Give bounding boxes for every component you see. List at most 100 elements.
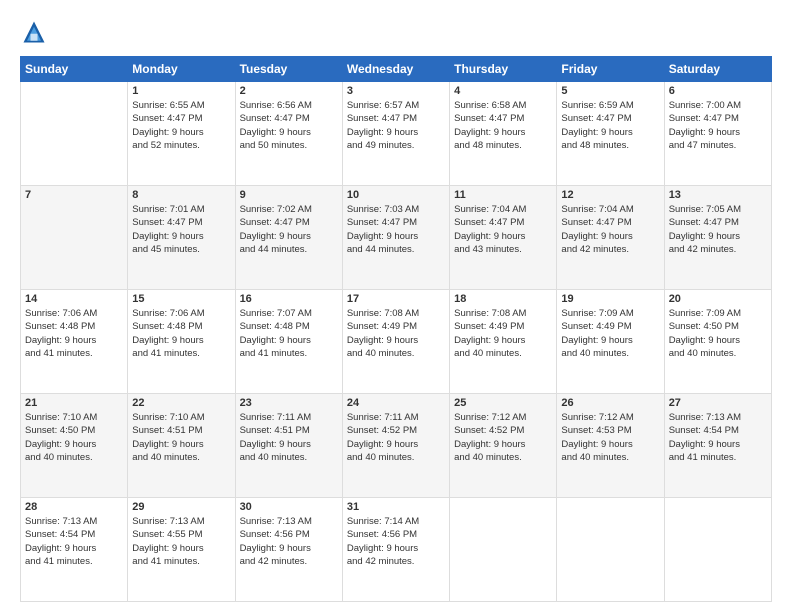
day-header-saturday: Saturday [664, 57, 771, 82]
calendar-cell: 27 Sunrise: 7:13 AM Sunset: 4:54 PM Dayli… [664, 394, 771, 498]
calendar-cell: 7 [21, 186, 128, 290]
day-info: Sunrise: 7:07 AM Sunset: 4:48 PM Dayligh… [240, 307, 338, 360]
day-info: Sunrise: 7:14 AM Sunset: 4:56 PM Dayligh… [347, 515, 445, 568]
day-header-wednesday: Wednesday [342, 57, 449, 82]
calendar-cell: 18 Sunrise: 7:08 AM Sunset: 4:49 PM Dayli… [450, 290, 557, 394]
day-number: 31 [347, 501, 445, 513]
day-number: 27 [669, 397, 767, 409]
week-row-2: 78 Sunrise: 7:01 AM Sunset: 4:47 PM Dayli… [21, 186, 772, 290]
day-number: 15 [132, 293, 230, 305]
calendar-cell: 3 Sunrise: 6:57 AM Sunset: 4:47 PM Daylig… [342, 82, 449, 186]
week-row-4: 21Sunrise: 7:10 AM Sunset: 4:50 PM Dayli… [21, 394, 772, 498]
day-info: Sunrise: 6:56 AM Sunset: 4:47 PM Dayligh… [240, 99, 338, 152]
calendar-cell: 6Sunrise: 7:00 AM Sunset: 4:47 PM Daylig… [664, 82, 771, 186]
calendar-cell [557, 498, 664, 602]
calendar-cell: 5 Sunrise: 6:59 AM Sunset: 4:47 PM Daylig… [557, 82, 664, 186]
day-number: 4 [454, 85, 552, 97]
week-row-3: 14Sunrise: 7:06 AM Sunset: 4:48 PM Dayli… [21, 290, 772, 394]
page: SundayMondayTuesdayWednesdayThursdayFrid… [0, 0, 792, 612]
day-info: Sunrise: 7:04 AM Sunset: 4:47 PM Dayligh… [454, 203, 552, 256]
day-info: Sunrise: 7:09 AM Sunset: 4:49 PM Dayligh… [561, 307, 659, 360]
day-info: Sunrise: 7:03 AM Sunset: 4:47 PM Dayligh… [347, 203, 445, 256]
day-number: 2 [240, 85, 338, 97]
day-info: Sunrise: 7:08 AM Sunset: 4:49 PM Dayligh… [454, 307, 552, 360]
day-number: 11 [454, 189, 552, 201]
calendar-header-row: SundayMondayTuesdayWednesdayThursdayFrid… [21, 57, 772, 82]
calendar-cell: 4Sunrise: 6:58 AM Sunset: 4:47 PM Daylig… [450, 82, 557, 186]
day-info: Sunrise: 7:13 AM Sunset: 4:55 PM Dayligh… [132, 515, 230, 568]
day-number: 1 [132, 85, 230, 97]
calendar-cell [664, 498, 771, 602]
day-info: Sunrise: 7:02 AM Sunset: 4:47 PM Dayligh… [240, 203, 338, 256]
calendar-cell: 25 Sunrise: 7:12 AM Sunset: 4:52 PM Dayli… [450, 394, 557, 498]
calendar-cell: 1 Sunrise: 6:55 AM Sunset: 4:47 PM Daylig… [128, 82, 235, 186]
day-number: 17 [347, 293, 445, 305]
day-number: 19 [561, 293, 659, 305]
day-header-friday: Friday [557, 57, 664, 82]
day-number: 13 [669, 189, 767, 201]
day-number: 28 [25, 501, 123, 513]
day-number: 16 [240, 293, 338, 305]
day-header-thursday: Thursday [450, 57, 557, 82]
day-number: 29 [132, 501, 230, 513]
calendar-cell: 16 Sunrise: 7:07 AM Sunset: 4:48 PM Dayli… [235, 290, 342, 394]
day-number: 25 [454, 397, 552, 409]
day-number: 18 [454, 293, 552, 305]
calendar-cell: 28 Sunrise: 7:13 AM Sunset: 4:54 PM Dayli… [21, 498, 128, 602]
day-number: 20 [669, 293, 767, 305]
calendar-cell: 22 Sunrise: 7:10 AM Sunset: 4:51 PM Dayli… [128, 394, 235, 498]
day-info: Sunrise: 7:06 AM Sunset: 4:48 PM Dayligh… [25, 307, 123, 360]
day-number: 9 [240, 189, 338, 201]
calendar-cell: 26 Sunrise: 7:12 AM Sunset: 4:53 PM Dayli… [557, 394, 664, 498]
day-number: 6 [669, 85, 767, 97]
day-number: 21 [25, 397, 123, 409]
calendar-cell: 9 Sunrise: 7:02 AM Sunset: 4:47 PM Daylig… [235, 186, 342, 290]
day-info: Sunrise: 7:13 AM Sunset: 4:54 PM Dayligh… [669, 411, 767, 464]
day-header-tuesday: Tuesday [235, 57, 342, 82]
day-info: Sunrise: 7:11 AM Sunset: 4:51 PM Dayligh… [240, 411, 338, 464]
day-info: Sunrise: 7:09 AM Sunset: 4:50 PM Dayligh… [669, 307, 767, 360]
day-info: Sunrise: 7:11 AM Sunset: 4:52 PM Dayligh… [347, 411, 445, 464]
day-info: Sunrise: 6:59 AM Sunset: 4:47 PM Dayligh… [561, 99, 659, 152]
calendar-cell: 12Sunrise: 7:04 AM Sunset: 4:47 PM Dayli… [557, 186, 664, 290]
day-info: Sunrise: 7:08 AM Sunset: 4:49 PM Dayligh… [347, 307, 445, 360]
day-info: Sunrise: 7:10 AM Sunset: 4:51 PM Dayligh… [132, 411, 230, 464]
day-info: Sunrise: 6:57 AM Sunset: 4:47 PM Dayligh… [347, 99, 445, 152]
logo [20, 18, 52, 46]
calendar-cell: 29 Sunrise: 7:13 AM Sunset: 4:55 PM Dayli… [128, 498, 235, 602]
day-info: Sunrise: 7:06 AM Sunset: 4:48 PM Dayligh… [132, 307, 230, 360]
calendar-cell: 19 Sunrise: 7:09 AM Sunset: 4:49 PM Dayli… [557, 290, 664, 394]
day-number: 3 [347, 85, 445, 97]
day-info: Sunrise: 6:55 AM Sunset: 4:47 PM Dayligh… [132, 99, 230, 152]
calendar-cell: 10Sunrise: 7:03 AM Sunset: 4:47 PM Dayli… [342, 186, 449, 290]
calendar: SundayMondayTuesdayWednesdayThursdayFrid… [20, 56, 772, 602]
calendar-cell: 11 Sunrise: 7:04 AM Sunset: 4:47 PM Dayli… [450, 186, 557, 290]
day-number: 23 [240, 397, 338, 409]
calendar-cell: 13Sunrise: 7:05 AM Sunset: 4:47 PM Dayli… [664, 186, 771, 290]
week-row-5: 28 Sunrise: 7:13 AM Sunset: 4:54 PM Dayli… [21, 498, 772, 602]
day-info: Sunrise: 7:01 AM Sunset: 4:47 PM Dayligh… [132, 203, 230, 256]
day-number: 24 [347, 397, 445, 409]
calendar-cell: 8 Sunrise: 7:01 AM Sunset: 4:47 PM Daylig… [128, 186, 235, 290]
day-info: Sunrise: 7:12 AM Sunset: 4:53 PM Dayligh… [561, 411, 659, 464]
day-number: 12 [561, 189, 659, 201]
calendar-cell: 2 Sunrise: 6:56 AM Sunset: 4:47 PM Daylig… [235, 82, 342, 186]
calendar-cell: 15 Sunrise: 7:06 AM Sunset: 4:48 PM Dayli… [128, 290, 235, 394]
day-number: 7 [25, 189, 123, 201]
day-number: 30 [240, 501, 338, 513]
day-number: 5 [561, 85, 659, 97]
day-number: 22 [132, 397, 230, 409]
calendar-cell: 17 Sunrise: 7:08 AM Sunset: 4:49 PM Dayli… [342, 290, 449, 394]
day-header-sunday: Sunday [21, 57, 128, 82]
day-info: Sunrise: 7:13 AM Sunset: 4:56 PM Dayligh… [240, 515, 338, 568]
calendar-cell: 30 Sunrise: 7:13 AM Sunset: 4:56 PM Dayli… [235, 498, 342, 602]
calendar-cell: 31 Sunrise: 7:14 AM Sunset: 4:56 PM Dayli… [342, 498, 449, 602]
logo-icon [20, 18, 48, 46]
calendar-cell: 23 Sunrise: 7:11 AM Sunset: 4:51 PM Dayli… [235, 394, 342, 498]
day-number: 8 [132, 189, 230, 201]
day-info: Sunrise: 7:13 AM Sunset: 4:54 PM Dayligh… [25, 515, 123, 568]
day-number: 26 [561, 397, 659, 409]
calendar-cell: 24 Sunrise: 7:11 AM Sunset: 4:52 PM Dayli… [342, 394, 449, 498]
day-info: Sunrise: 7:12 AM Sunset: 4:52 PM Dayligh… [454, 411, 552, 464]
header [20, 18, 772, 46]
